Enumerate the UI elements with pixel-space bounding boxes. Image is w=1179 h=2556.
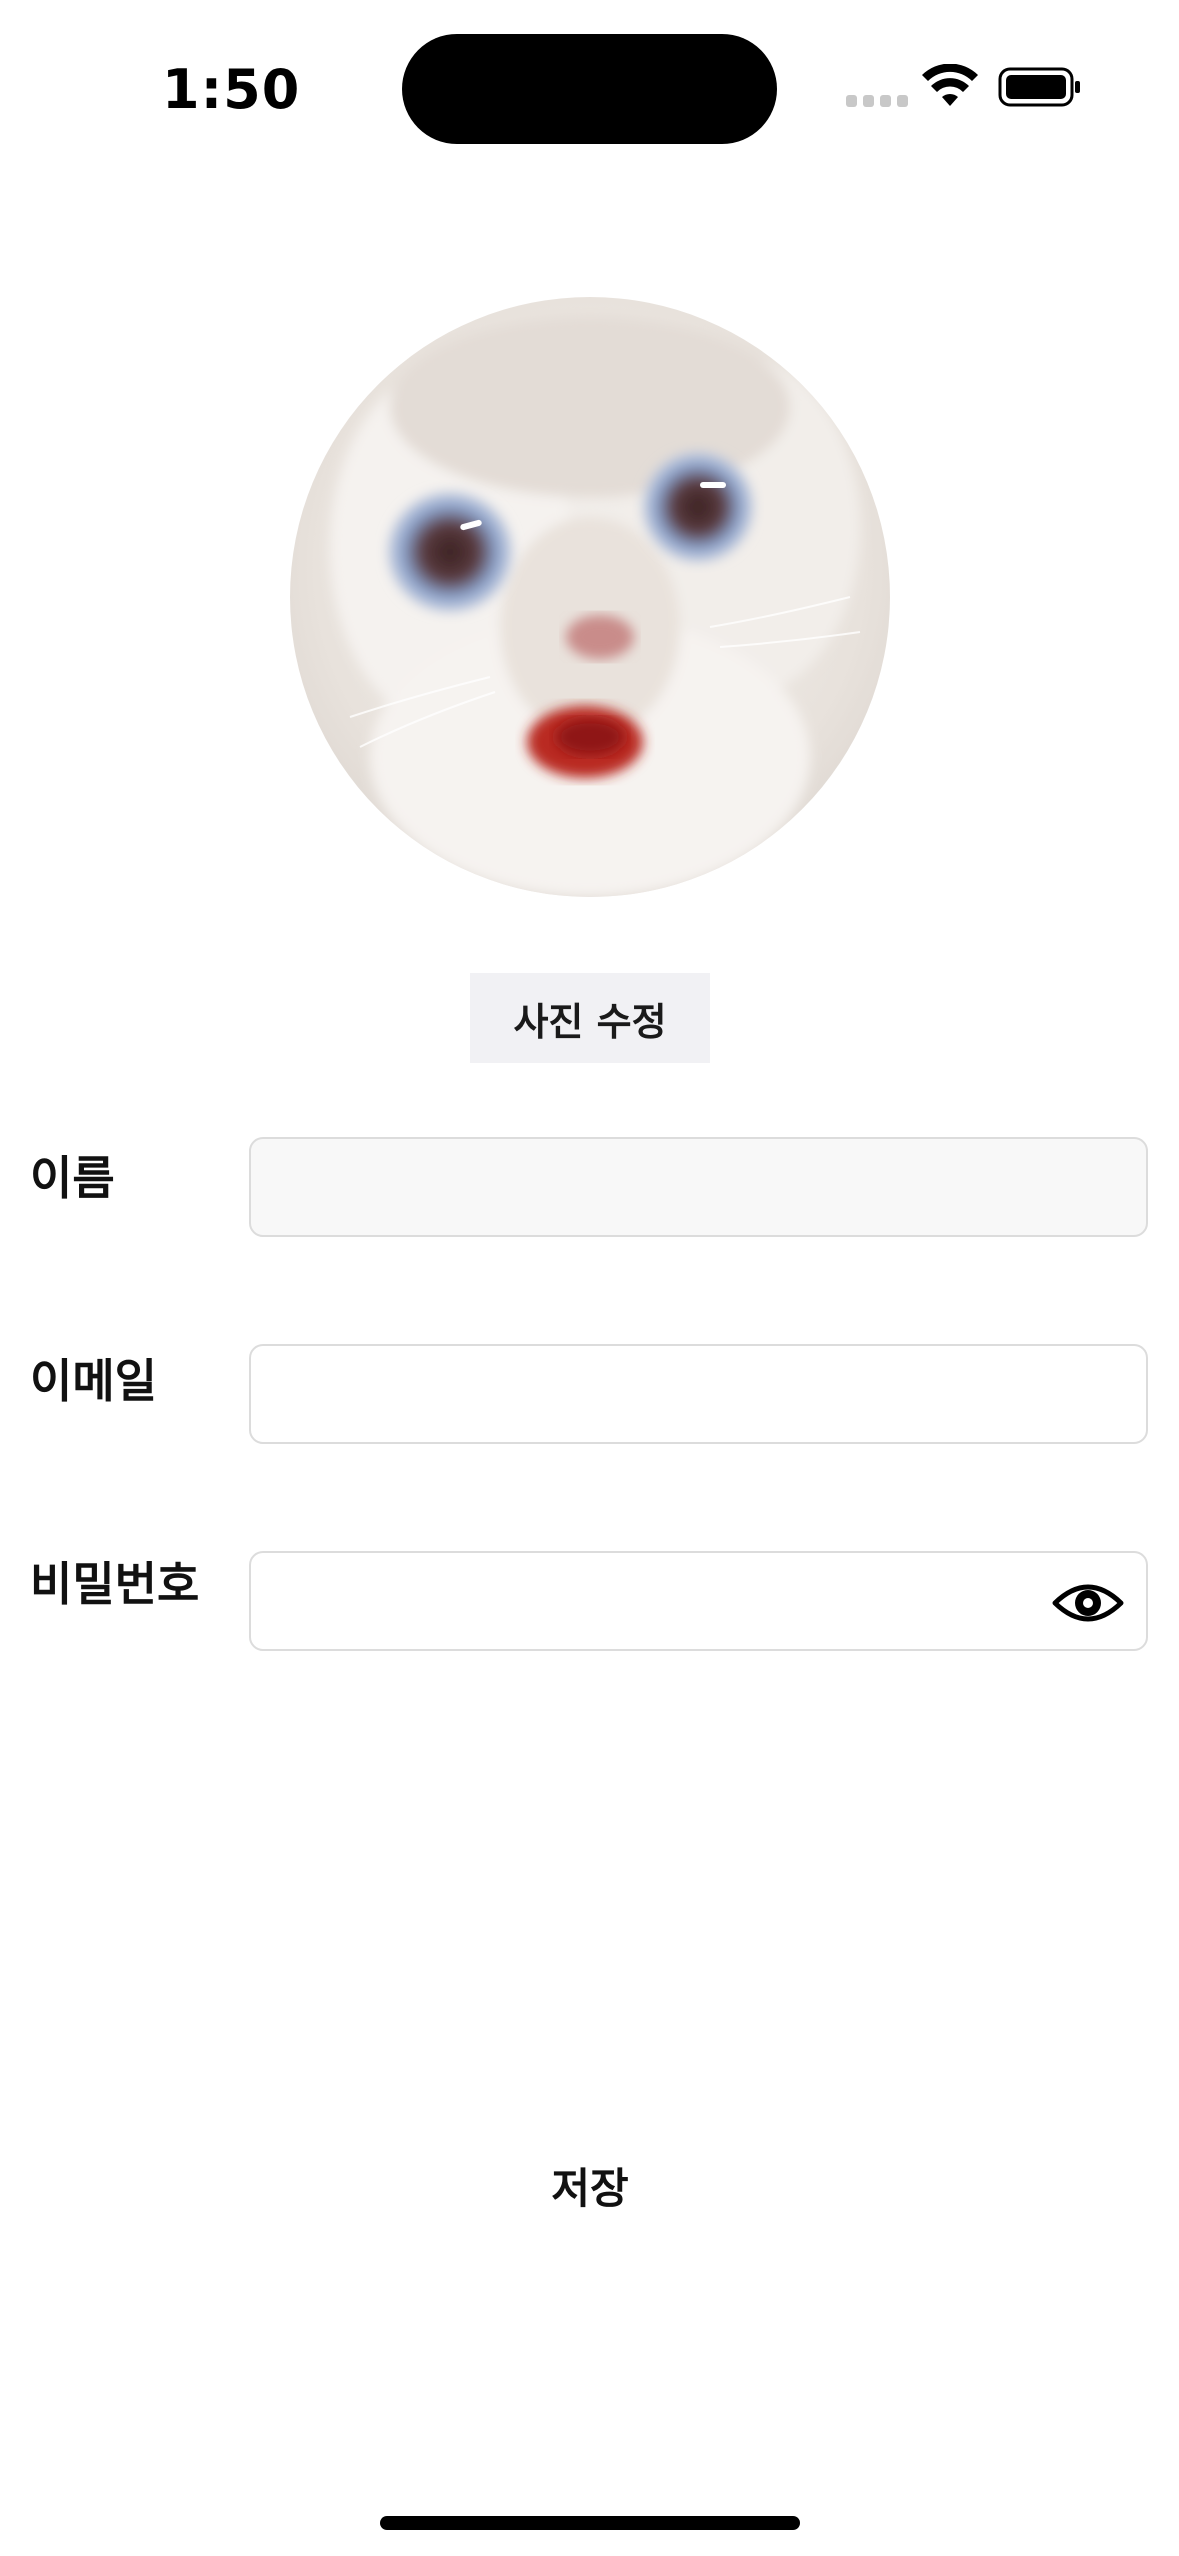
edit-photo-button[interactable]: 사진 수정: [470, 973, 710, 1063]
email-field-container: [249, 1344, 1148, 1444]
email-field[interactable]: [251, 1346, 1146, 1442]
name-field-container: [249, 1137, 1148, 1237]
password-field-container: [249, 1551, 1148, 1651]
password-field[interactable]: [251, 1553, 1146, 1649]
avatar: [290, 297, 890, 897]
name-label: 이름: [30, 1151, 115, 1205]
password-label: 비밀번호: [30, 1557, 200, 1611]
email-label: 이메일: [30, 1354, 157, 1408]
status-time: 1:50: [162, 58, 301, 121]
cat-photo: [290, 297, 890, 897]
dynamic-island: [402, 34, 777, 144]
wifi-icon: [922, 64, 978, 106]
name-field[interactable]: [251, 1139, 1146, 1235]
battery-icon: [998, 67, 1080, 107]
save-button[interactable]: 저장: [530, 2150, 650, 2220]
home-indicator: [380, 2516, 800, 2530]
eye-icon[interactable]: [1052, 1577, 1124, 1629]
signal-icon: [846, 95, 908, 107]
